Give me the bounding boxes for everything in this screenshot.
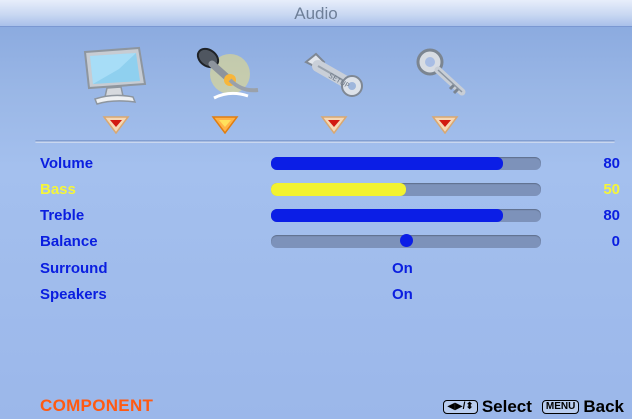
select-hint: Select xyxy=(481,397,532,416)
treble-label[interactable]: Treble xyxy=(40,207,84,224)
treble-slider-fill xyxy=(271,209,504,222)
key-lock-icon[interactable] xyxy=(408,44,482,106)
speakers-value[interactable]: On xyxy=(392,286,413,303)
footer-key-hints: ◀▶/⬍ Select MENU Back xyxy=(443,397,624,417)
divider xyxy=(35,140,615,143)
chevron-down-icon xyxy=(320,114,348,135)
audio-microphone-icon[interactable] xyxy=(190,44,264,106)
picture-monitor-icon[interactable] xyxy=(79,44,153,106)
back-hint: Back xyxy=(583,397,624,416)
setup-wrench-icon[interactable]: SETUP xyxy=(298,44,372,106)
navigate-key-icon: ◀▶/⬍ xyxy=(443,400,478,414)
chevron-down-icon xyxy=(102,114,130,135)
chevron-down-icon xyxy=(431,114,459,135)
treble-value: 80 xyxy=(603,207,620,224)
treble-slider[interactable] xyxy=(271,209,541,222)
volume-slider-fill xyxy=(271,157,504,170)
speakers-label[interactable]: Speakers xyxy=(40,286,107,303)
volume-value: 80 xyxy=(603,155,620,172)
bass-slider-fill xyxy=(271,183,406,196)
balance-value: 0 xyxy=(611,233,620,250)
volume-slider[interactable] xyxy=(271,157,541,170)
surround-label[interactable]: Surround xyxy=(40,260,108,277)
menu-title: Audio xyxy=(294,4,338,23)
bass-value: 50 xyxy=(603,181,620,198)
volume-label[interactable]: Volume xyxy=(40,155,93,172)
balance-slider-knob[interactable] xyxy=(399,234,413,247)
title-bar: Audio xyxy=(0,0,632,27)
tv-osd-audio-menu: Audio SETUP Volume 80 Bass 50 Treble 80 … xyxy=(0,0,632,419)
menu-key-icon: MENU xyxy=(541,400,580,414)
surround-value[interactable]: On xyxy=(392,260,413,277)
chevron-down-icon xyxy=(211,114,239,135)
balance-slider[interactable] xyxy=(271,234,541,248)
bass-label[interactable]: Bass xyxy=(40,181,76,198)
bass-slider[interactable] xyxy=(271,183,541,196)
input-source-label: COMPONENT xyxy=(40,396,154,415)
balance-label[interactable]: Balance xyxy=(40,233,98,250)
